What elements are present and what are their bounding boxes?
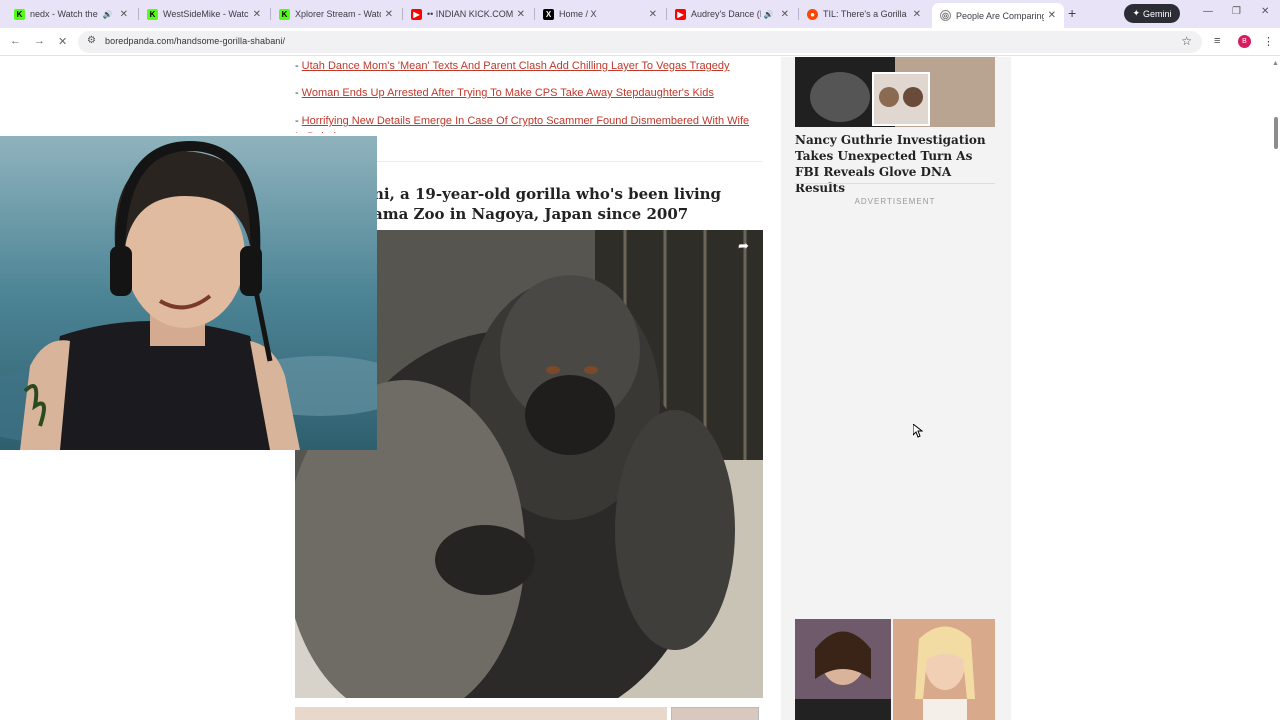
mouse-cursor-icon — [912, 422, 924, 443]
tab-title: nedx - Watch the V — [30, 9, 100, 19]
tab-people-are-comparing[interactable]: ◎ People Are Comparing ✕ — [932, 3, 1064, 28]
profile-initial: B — [1242, 38, 1247, 45]
kick-icon: K — [14, 8, 25, 20]
tab-audreys-dance[interactable]: ▶ Audrey's Dance (Ins 🔊 ✕ — [667, 3, 797, 25]
speaker-icon[interactable]: 🔊 — [764, 10, 774, 19]
advertisement-label: ADVERTISEMENT — [854, 197, 936, 206]
tab-indian-kick[interactable]: ▶ •• INDIAN KICK.COM ✕ — [403, 3, 533, 25]
scrollbar-thumb[interactable] — [1274, 117, 1278, 149]
close-icon[interactable]: ✕ — [120, 9, 128, 20]
address-bar[interactable]: ⚙ boredpanda.com/handsome-gorilla-shaban… — [78, 31, 1202, 53]
tab-xplorer[interactable]: K Xplorer Stream - Watch ✕ — [271, 3, 401, 25]
related-link-item: - Horrifying New Details Emerge In Case O… — [295, 113, 755, 133]
close-icon[interactable]: ✕ — [253, 9, 261, 20]
browser-toolbar: ← → ✕ ⚙ boredpanda.com/handsome-gorilla-… — [0, 28, 1280, 56]
webcam-overlay — [0, 136, 377, 450]
youtube-icon: ▶ — [411, 8, 422, 20]
stop-loading-icon[interactable]: ✕ — [58, 35, 67, 48]
tab-title: People Are Comparing — [956, 10, 1044, 21]
close-icon[interactable]: ✕ — [781, 9, 789, 20]
close-icon[interactable]: ✕ — [385, 9, 393, 20]
bullet-dash: - — [295, 60, 299, 72]
gemini-label: Gemini — [1143, 8, 1172, 19]
bookmark-star-icon[interactable]: ☆ — [1181, 34, 1192, 48]
next-image-preview — [295, 707, 667, 720]
divider — [795, 183, 995, 184]
minimize-icon[interactable]: — — [1203, 6, 1213, 17]
reddit-icon: ● — [807, 8, 818, 20]
speaker-icon[interactable]: 🔊 — [103, 10, 113, 19]
related-link[interactable]: Horrifying New Details Emerge In Case Of… — [295, 115, 749, 133]
restore-icon[interactable]: ❐ — [1232, 6, 1241, 17]
close-icon[interactable]: ✕ — [913, 9, 921, 20]
bullet-dash: - — [295, 87, 299, 99]
sparkle-icon: ✦ — [1132, 8, 1141, 18]
close-icon[interactable]: ✕ — [649, 9, 657, 20]
scroll-up-arrow-icon[interactable]: ▲ — [1272, 60, 1279, 67]
globe-icon: ◎ — [940, 10, 951, 21]
story-title-link[interactable]: Nancy Guthrie Investigation Takes Unexpe… — [795, 132, 990, 196]
related-link-item: - Woman Ends Up Arrested After Trying To … — [295, 87, 714, 99]
tab-title: •• INDIAN KICK.COM — [427, 9, 513, 19]
forward-icon[interactable]: → — [34, 35, 45, 47]
close-window-icon[interactable]: ✕ — [1261, 6, 1269, 17]
share-icon[interactable]: ➦ — [738, 238, 754, 254]
bullet-dash: - — [295, 115, 299, 127]
media-control-icon[interactable]: ≡ — [1214, 35, 1220, 47]
related-link[interactable]: Utah Dance Mom's 'Mean' Texts And Parent… — [302, 60, 730, 72]
heading-line: ama Zoo in Nagoya, Japan since 2007 — [373, 205, 689, 223]
url-text[interactable]: boredpanda.com/handsome-gorilla-shabani/ — [105, 36, 285, 46]
x-logo-icon: X — [543, 8, 554, 20]
story-thumbnail[interactable] — [795, 57, 995, 127]
kebab-menu-icon[interactable]: ⋮ — [1263, 35, 1274, 48]
tab-til-gorilla[interactable]: ● TIL: There's a Gorilla in ✕ — [799, 3, 929, 25]
webcam-feed — [0, 136, 377, 450]
related-link[interactable]: Woman Ends Up Arrested After Trying To M… — [302, 87, 714, 99]
tab-title: Home / X — [559, 9, 597, 19]
tab-title: Audrey's Dance (Ins — [691, 9, 761, 19]
next-image-thumb — [671, 707, 759, 720]
scrollbar[interactable] — [1270, 57, 1280, 720]
story-thumbnail-image — [795, 57, 995, 127]
tab-nedx[interactable]: K nedx - Watch the V 🔊 ✕ — [6, 3, 136, 25]
ad-image — [795, 619, 995, 720]
site-info-icon[interactable]: ⚙ — [87, 35, 96, 46]
kick-icon: K — [279, 8, 290, 20]
related-link-item: - Utah Dance Mom's 'Mean' Texts And Paren… — [295, 60, 729, 72]
tab-strip: K nedx - Watch the V 🔊 ✕ K WestSideMike … — [0, 0, 1280, 28]
tab-title: Xplorer Stream - Watch — [295, 9, 381, 19]
tab-title: TIL: There's a Gorilla in — [823, 9, 909, 19]
heading-line: ni, a 19-year-old gorilla who's been liv… — [373, 185, 722, 203]
youtube-icon: ▶ — [675, 8, 686, 20]
tab-title: WestSideMike - Watch — [163, 9, 249, 19]
kick-icon: K — [147, 8, 158, 20]
advertisement-image[interactable] — [795, 619, 995, 720]
tab-westsidemike[interactable]: K WestSideMike - Watch ✕ — [139, 3, 269, 25]
gemini-button[interactable]: ✦ Gemini — [1124, 4, 1180, 23]
item-heading: ni, a 19-year-old gorilla who's been liv… — [373, 184, 763, 224]
close-icon[interactable]: ✕ — [1048, 10, 1056, 21]
back-icon[interactable]: ← — [10, 35, 21, 47]
close-icon[interactable]: ✕ — [517, 9, 525, 20]
profile-avatar[interactable]: B — [1238, 35, 1251, 48]
new-tab-button[interactable]: + — [1068, 5, 1076, 21]
tab-home-x[interactable]: X Home / X ✕ — [535, 3, 665, 25]
